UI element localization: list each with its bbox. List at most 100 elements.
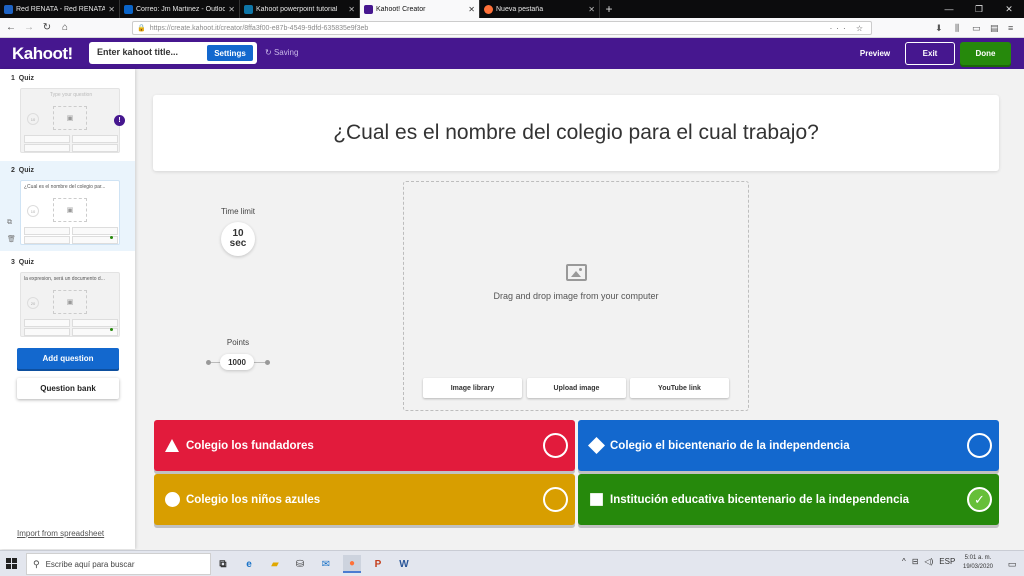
store-icon[interactable]: ⛁ (291, 555, 309, 573)
settings-button[interactable]: Settings (207, 45, 253, 61)
answer-slot (24, 236, 70, 244)
reload-icon[interactable]: ↻ (38, 19, 56, 37)
file-explorer-icon[interactable]: ▰ (266, 555, 284, 573)
question-label: 3 Quiz (11, 259, 34, 266)
browser-tab-3[interactable]: Kahoot powerpoint tutorial ✕ (240, 0, 360, 18)
library-icon[interactable]: ⫼ (955, 20, 959, 36)
exit-button[interactable]: Exit (905, 42, 955, 65)
browser-tab-4[interactable]: Kahoot! Creator ✕ (360, 0, 480, 18)
answer-text[interactable]: Colegio los fundadores (186, 420, 314, 471)
title-input-box[interactable]: Enter kahoot title... Settings (89, 42, 257, 64)
back-icon[interactable]: ← (2, 19, 20, 37)
preview-button[interactable]: Preview (850, 45, 900, 61)
question-item-2[interactable]: 2 Quiz ¿Cual es el nombre del colegio pa… (0, 161, 135, 251)
drop-instruction: Drag and drop image from your computer (493, 291, 659, 301)
question-thumbnail[interactable]: ¿Cual es el nombre del colegio par... 10… (20, 180, 120, 245)
points-slider-dot[interactable] (206, 360, 211, 365)
answer-slot (72, 236, 118, 244)
language-indicator[interactable]: ESP (939, 557, 955, 566)
answer-slot (72, 144, 118, 152)
answer-4[interactable]: Institución educativa bicentenario de la… (578, 474, 999, 525)
close-tab-icon[interactable]: ✕ (348, 5, 355, 14)
answer-text[interactable]: Colegio los niños azules (186, 474, 320, 525)
sidebar-toggle-icon[interactable]: ▭ (972, 20, 981, 36)
correct-toggle[interactable] (543, 487, 568, 512)
question-bank-button[interactable]: Question bank (17, 378, 119, 399)
question-thumbnail[interactable]: la expresion, será un documento d... 20 … (20, 272, 120, 337)
question-thumbnail[interactable]: Type your question 10 ▣ (20, 88, 120, 153)
reader-icon[interactable]: ▤ (990, 20, 999, 36)
close-tab-icon[interactable]: ✕ (468, 5, 475, 14)
clock[interactable]: 5:01 a. m. 19/03/2020 (958, 554, 998, 572)
close-tab-icon[interactable]: ✕ (108, 5, 115, 14)
browser-tab-1[interactable]: Red RENATA - Red RENATA Red✕ (0, 0, 120, 18)
done-button[interactable]: Done (960, 42, 1011, 65)
correct-toggle[interactable] (967, 433, 992, 458)
answer-text[interactable]: Colegio el bicentenario de la independen… (610, 420, 850, 471)
time-limit-label: Time limit (221, 207, 255, 216)
windows-start-icon[interactable] (6, 558, 18, 570)
saving-status: ↻ Saving (265, 48, 299, 57)
download-icon[interactable]: ⬇ (935, 20, 943, 36)
browser-tab-5[interactable]: Nueva pestaña ✕ (480, 0, 600, 18)
firefox-icon[interactable]: ● (343, 555, 361, 573)
circle-icon (165, 492, 180, 507)
lock-icon: 🔒 (137, 25, 146, 32)
question-text[interactable]: ¿Cual es el nombre del colegio para el c… (333, 121, 819, 145)
title-input[interactable]: Enter kahoot title... (97, 47, 178, 57)
answer-slot (72, 135, 118, 143)
menu-icon[interactable]: ≡ (1008, 20, 1013, 36)
mail-icon[interactable]: ✉ (317, 555, 335, 573)
delete-icon[interactable]: 🗑 (7, 235, 16, 243)
close-window-icon[interactable]: ✕ (994, 0, 1024, 18)
word-icon[interactable]: W (395, 555, 413, 573)
question-label: 2 Quiz (11, 167, 34, 174)
youtube-link-button[interactable]: YouTube link (630, 378, 729, 398)
correct-toggle[interactable] (543, 433, 568, 458)
points-slider-dot[interactable] (265, 360, 270, 365)
question-title-card[interactable]: ¿Cual es el nombre del colegio para el c… (153, 95, 999, 171)
linkedin-favicon-icon (244, 4, 253, 14)
question-item-3[interactable]: 3 Quiz la expresion, será un documento d… (0, 253, 135, 343)
add-question-button[interactable]: Add question (17, 348, 119, 369)
answer-2[interactable]: Colegio el bicentenario de la independen… (578, 420, 999, 471)
correct-toggle-checked[interactable]: ✓ (967, 487, 992, 512)
image-placeholder-icon: ▣ (53, 198, 87, 222)
powerpoint-icon[interactable]: P (369, 555, 387, 573)
answer-slot (24, 227, 70, 235)
maximize-icon[interactable]: ❐ (964, 0, 994, 18)
edge-icon[interactable]: e (240, 555, 258, 573)
chevron-up-icon[interactable]: ^ (902, 557, 906, 566)
time-limit-selector[interactable]: 10 sec (221, 222, 255, 256)
forward-icon[interactable]: → (20, 19, 38, 37)
answer-3[interactable]: Colegio los niños azules (154, 474, 575, 525)
diamond-icon (588, 437, 605, 454)
task-view-icon[interactable]: ⧉ (214, 555, 232, 573)
minimize-icon[interactable]: — (934, 0, 964, 18)
upload-image-button[interactable]: Upload image (527, 378, 626, 398)
import-spreadsheet-link[interactable]: Import from spreadsheet (17, 529, 104, 538)
image-library-button[interactable]: Image library (423, 378, 522, 398)
new-tab-icon[interactable]: + (600, 0, 618, 18)
network-icon[interactable]: ⊟ (912, 557, 919, 566)
kahoot-logo[interactable]: Kahoot! (12, 44, 73, 64)
home-icon[interactable]: ⌂ (56, 19, 74, 37)
warning-icon: ! (114, 115, 125, 126)
question-item-1[interactable]: 1 Quiz Type your question 10 ▣ ! (0, 69, 135, 159)
close-tab-icon[interactable]: ✕ (228, 5, 235, 14)
browser-tab-2[interactable]: Correo: Jm Martinez - Outlook ✕ (120, 0, 240, 18)
url-text: https://create.kahoot.it/creator/8ffa3f0… (149, 24, 369, 32)
taskbar-search[interactable]: ⚲ Escribe aquí para buscar (26, 553, 211, 575)
answer-slot (72, 328, 118, 336)
close-tab-icon[interactable]: ✕ (588, 5, 595, 14)
page-actions-icon[interactable]: ··· ☆ (830, 24, 867, 33)
image-placeholder-icon: ▣ (53, 106, 87, 130)
image-drop-zone[interactable]: Drag and drop image from your computer I… (403, 181, 749, 411)
points-selector[interactable]: 1000 (220, 354, 254, 370)
volume-icon[interactable]: ◁) (924, 557, 933, 566)
url-bar[interactable]: 🔒 https://create.kahoot.it/creator/8ffa3… (132, 21, 872, 35)
answer-1[interactable]: Colegio los fundadores (154, 420, 575, 471)
answer-text[interactable]: Institución educativa bicentenario de la… (610, 474, 909, 525)
notifications-icon[interactable]: ▭ (1003, 555, 1021, 573)
duplicate-icon[interactable]: ⧉ (7, 219, 12, 227)
